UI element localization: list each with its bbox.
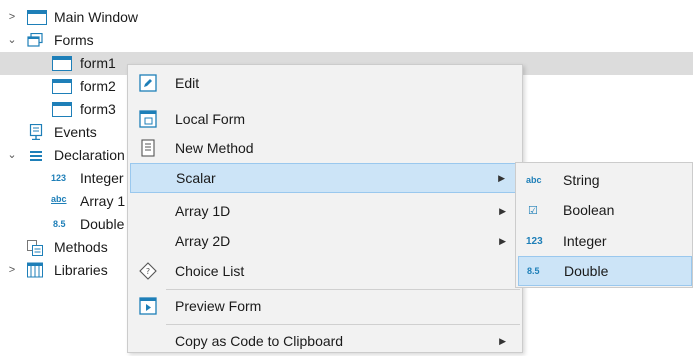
menu-item-label: Array 2D bbox=[175, 233, 231, 249]
menu-item-array-1d[interactable]: Array 1D ▶ bbox=[130, 196, 520, 226]
menu-item-label: Copy as Code to Clipboard bbox=[175, 333, 344, 349]
tree-item-label: Libraries bbox=[54, 262, 108, 278]
submenu-item-label: Boolean bbox=[563, 202, 615, 218]
menu-item-edit[interactable]: Edit bbox=[130, 68, 520, 98]
choice-list-icon: ? bbox=[139, 262, 157, 280]
double-icon: 8.5 bbox=[53, 219, 66, 229]
submenu-arrow-icon: ▶ bbox=[499, 335, 506, 346]
tree-item-integer[interactable]: 123 Integer bbox=[0, 167, 127, 190]
collapse-caret-icon[interactable]: ⌄ bbox=[6, 148, 18, 161]
tree-item-events[interactable]: Events bbox=[0, 121, 127, 144]
menu-item-preview-form[interactable]: Preview Form bbox=[130, 291, 520, 321]
tree-item-form2[interactable]: form2 bbox=[0, 75, 127, 98]
context-menu: Edit Local Form New Method Scalar ▶ Arra… bbox=[127, 64, 523, 353]
boolean-icon: ☑ bbox=[528, 204, 538, 217]
tree-item-label: form2 bbox=[80, 78, 116, 94]
form-icon bbox=[52, 79, 72, 94]
form-icon bbox=[52, 102, 72, 117]
tree-item-label: form1 bbox=[80, 55, 116, 71]
tree-item-double[interactable]: 8.5 Double bbox=[0, 213, 127, 236]
edit-icon bbox=[139, 74, 157, 92]
tree-item-label: Forms bbox=[54, 32, 94, 48]
tree-item-label: Double bbox=[80, 216, 125, 232]
menu-item-label: Preview Form bbox=[175, 298, 262, 314]
forms-icon bbox=[27, 33, 43, 47]
submenu-arrow-icon: ▶ bbox=[499, 205, 506, 216]
scalar-submenu: abc String ☑ Boolean 123 Integer 8.5 Dou… bbox=[515, 162, 693, 288]
menu-item-label: Scalar bbox=[176, 170, 216, 186]
tree-item-label: Main Window bbox=[54, 9, 139, 25]
menu-item-array-2d[interactable]: Array 2D ▶ bbox=[130, 226, 520, 256]
submenu-item-string[interactable]: abc String bbox=[518, 165, 692, 195]
menu-item-local-form[interactable]: Local Form bbox=[130, 104, 520, 134]
tree-item-main-window[interactable]: > Main Window bbox=[0, 6, 200, 29]
svg-text:?: ? bbox=[146, 267, 150, 276]
tree-item-label: Methods bbox=[54, 239, 108, 255]
menu-item-new-method[interactable]: New Method bbox=[130, 133, 520, 163]
form-icon bbox=[52, 56, 72, 71]
menu-item-label: Choice List bbox=[175, 263, 245, 279]
local-form-icon bbox=[139, 110, 157, 128]
tree-item-forms[interactable]: ⌄ Forms bbox=[0, 29, 200, 52]
expand-caret-icon[interactable]: > bbox=[6, 264, 18, 276]
string-icon: abc bbox=[526, 175, 542, 185]
menu-item-label: Local Form bbox=[175, 111, 246, 127]
preview-form-icon bbox=[139, 297, 157, 315]
string-array-icon: abc bbox=[51, 194, 67, 204]
submenu-item-double[interactable]: 8.5 Double bbox=[518, 256, 692, 286]
declarations-icon bbox=[30, 151, 42, 161]
tree-item-libraries[interactable]: > Libraries bbox=[0, 259, 127, 282]
submenu-item-label: Integer bbox=[563, 233, 607, 249]
submenu-arrow-icon: ▶ bbox=[498, 172, 505, 183]
expand-caret-icon[interactable]: > bbox=[6, 11, 18, 23]
integer-icon: 123 bbox=[51, 173, 67, 183]
submenu-item-boolean[interactable]: ☑ Boolean bbox=[518, 195, 692, 225]
tree-item-form3[interactable]: form3 bbox=[0, 98, 127, 121]
integer-icon: 123 bbox=[526, 235, 543, 247]
tree-item-methods[interactable]: Methods bbox=[0, 236, 127, 259]
tree-item-label: form3 bbox=[80, 101, 116, 117]
menu-item-scalar[interactable]: Scalar ▶ bbox=[130, 163, 520, 193]
menu-item-choice-list[interactable]: ? Choice List bbox=[130, 256, 520, 286]
tree-item-label: Declaration bbox=[54, 147, 125, 163]
submenu-item-label: Double bbox=[564, 263, 609, 279]
methods-icon bbox=[27, 240, 43, 256]
new-method-icon bbox=[141, 139, 155, 157]
libraries-icon bbox=[27, 262, 43, 278]
window-icon bbox=[27, 10, 47, 25]
collapse-caret-icon[interactable]: ⌄ bbox=[6, 33, 18, 46]
events-icon bbox=[29, 124, 43, 140]
tree-item-declarations[interactable]: ⌄ Declaration bbox=[0, 144, 127, 167]
menu-item-copy-as-code[interactable]: Copy as Code to Clipboard ▶ bbox=[130, 326, 520, 356]
tree-item-label: Array 1 bbox=[80, 193, 126, 209]
menu-item-label: New Method bbox=[175, 140, 254, 156]
submenu-item-label: String bbox=[563, 172, 600, 188]
submenu-item-integer[interactable]: 123 Integer bbox=[518, 226, 692, 256]
menu-item-label: Array 1D bbox=[175, 203, 231, 219]
double-icon: 8.5 bbox=[527, 266, 540, 276]
tree-item-array1[interactable]: abc Array 1 bbox=[0, 190, 127, 213]
menu-item-label: Edit bbox=[175, 75, 200, 91]
tree-item-label: Events bbox=[54, 124, 97, 140]
tree-item-label: Integer bbox=[80, 170, 124, 186]
menu-separator bbox=[166, 289, 520, 290]
submenu-arrow-icon: ▶ bbox=[499, 235, 506, 246]
menu-separator bbox=[166, 324, 520, 325]
